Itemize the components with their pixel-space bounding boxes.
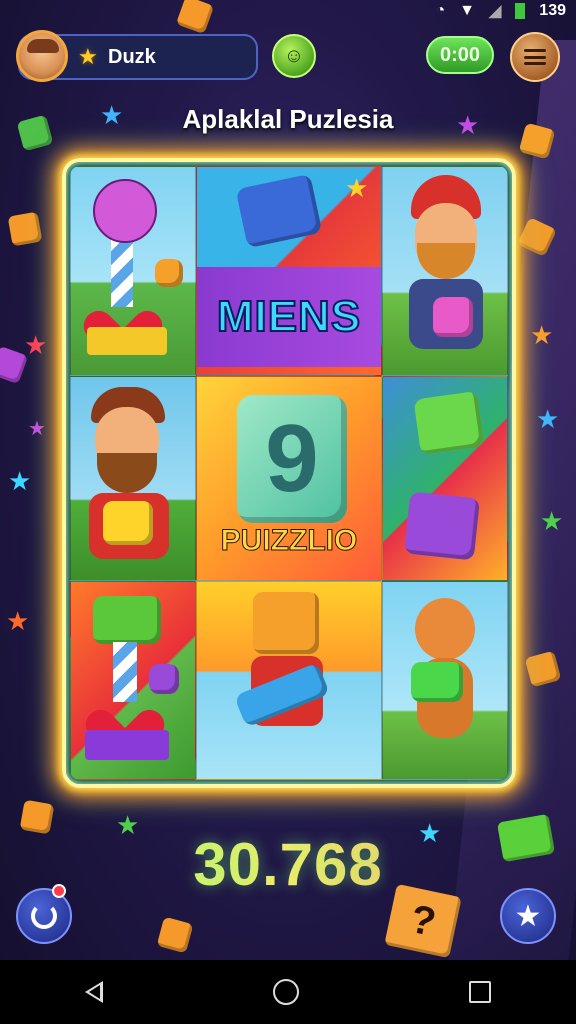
timer-display: 0:00 [426,36,494,74]
beard [97,453,157,493]
purple-puzzle-piece [403,491,481,561]
pink-creature [93,179,157,243]
decor-star: ★ [536,404,560,434]
status-bar: ◔ ▼ ◢ 139 [0,0,576,22]
player-profile[interactable]: ★ Duzk [16,30,258,82]
notification-dot [52,884,66,898]
undo-icon [31,903,57,929]
puzzle-board: ★ MIENS 9 PUIZZLIO [70,166,508,780]
home-icon[interactable] [273,979,299,1005]
score-display: 30.768 [0,830,576,899]
pedestal [85,730,169,760]
pedestal [87,327,167,355]
puzzle-tile[interactable]: ★ MIENS [196,166,382,376]
beard [417,243,475,279]
center-title: PUIZZLIO [220,524,358,558]
puzzle-tile[interactable] [70,376,196,581]
toy-block [411,662,463,702]
menu-button[interactable] [510,32,560,82]
decor-star: ★ [540,506,564,536]
recent-apps-icon[interactable] [469,981,491,1003]
decor-puzzle-piece [156,916,194,954]
decor-star: ★ [530,320,554,350]
avatar[interactable] [16,30,68,82]
puzzle-tile[interactable] [382,581,508,780]
wifi-icon: ▼ [459,2,475,19]
hint-button[interactable]: ☺ [272,34,316,78]
decor-star: ★ [24,330,48,360]
hint-icon: ☺ [283,44,305,67]
puzzle-tile[interactable] [196,581,382,780]
green-puzzle-piece [413,390,485,456]
navigation-bar [0,960,576,1024]
decor-star: ★ [28,418,46,440]
puzzle-tile[interactable] [70,581,196,780]
level-title: Aplaklal Puzlesia [182,104,394,134]
player-name: Duzk [108,46,156,68]
battery-icon [515,3,526,19]
toy-block [433,297,473,337]
banner-text: MIENS [216,291,362,342]
banner: MIENS [197,267,381,367]
box-head [253,592,319,654]
puzzle-tile[interactable] [382,376,508,581]
decor-star: ★ [8,466,32,496]
toy-block [103,501,153,545]
signal-icon: ◢ [488,3,502,20]
menu-icon [524,49,546,65]
battery-level: 139 [539,2,566,19]
undo-button[interactable] [16,888,72,944]
center-number: 9 [237,395,347,523]
toy-block [155,259,183,287]
back-icon[interactable] [85,981,103,1003]
green-puzzle-piece [93,596,161,644]
blue-puzzle-piece [235,173,323,249]
decor-star: ★ [6,606,30,636]
star-button[interactable]: ★ [500,888,556,944]
puzzle-tile[interactable] [70,166,196,376]
orange-creature [415,598,475,660]
puzzle-tile[interactable] [382,166,508,376]
decor-puzzle-piece [7,211,43,247]
toy-block [149,664,179,694]
star-icon: ★ [514,899,542,933]
alarm-icon: ◔ [435,2,446,19]
star-icon: ★ [345,173,369,203]
star-icon: ★ [78,44,98,69]
puzzle-tile[interactable]: 9 PUIZZLIO [196,376,382,581]
heart-icon [97,692,151,732]
